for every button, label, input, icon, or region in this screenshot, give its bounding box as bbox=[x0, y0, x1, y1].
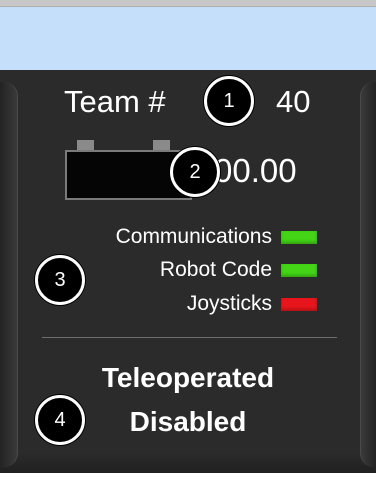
status-robot-code: Robot Code bbox=[160, 257, 317, 283]
status-label: Communications bbox=[115, 225, 272, 248]
battery-voltage: 00.00 bbox=[214, 152, 297, 189]
status-indicator-icon bbox=[281, 230, 317, 244]
robot-mode: Teleoperated bbox=[101, 362, 275, 393]
team-number-value: 40 bbox=[276, 84, 311, 119]
status-indicator-icon bbox=[281, 297, 317, 311]
callout-2: 2 bbox=[170, 147, 220, 197]
status-label: Robot Code bbox=[159, 258, 272, 281]
status-joysticks: Joysticks bbox=[187, 291, 317, 317]
window-bottom-border bbox=[0, 473, 376, 483]
status-label: Joysticks bbox=[186, 292, 272, 315]
header-band bbox=[0, 7, 376, 70]
callout-3: 3 bbox=[35, 255, 85, 305]
status-communications: Communications bbox=[116, 224, 317, 250]
callout-4: 4 bbox=[35, 395, 85, 445]
team-number-label: Team # bbox=[64, 84, 166, 119]
callout-1: 1 bbox=[204, 76, 254, 126]
window-top-border bbox=[0, 0, 376, 7]
divider bbox=[42, 337, 337, 338]
status-indicator-icon bbox=[281, 263, 317, 277]
